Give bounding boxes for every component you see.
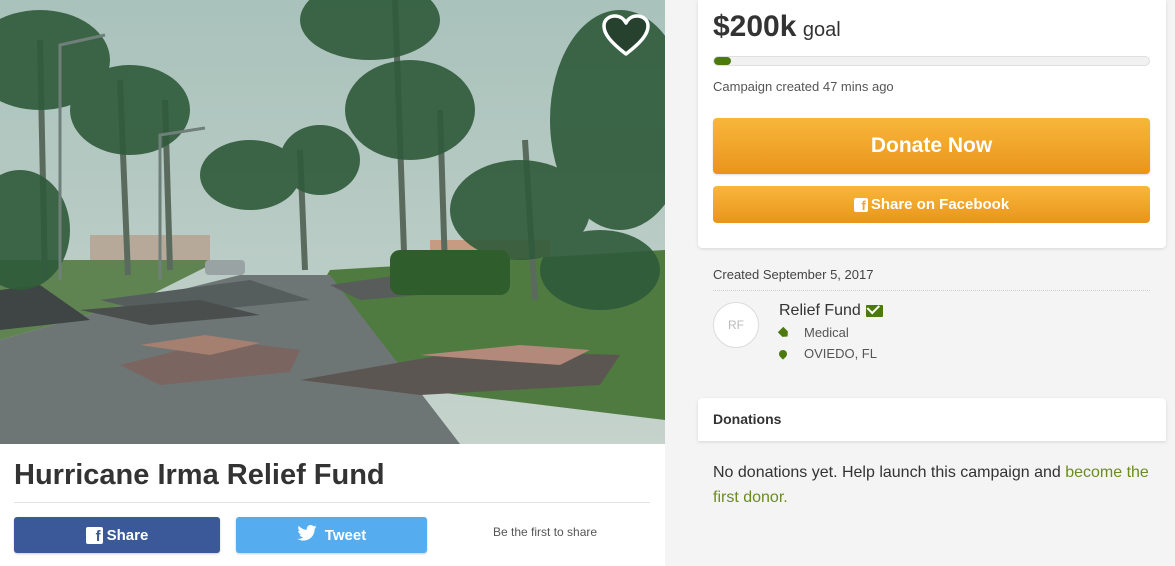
- goal-word: goal: [802, 19, 841, 41]
- organizer-category: Medical: [779, 325, 849, 340]
- goal-progress-bar: [713, 56, 1150, 66]
- goal-line: $200k goal: [713, 10, 841, 44]
- campaign-title: Hurricane Irma Relief Fund: [14, 459, 385, 491]
- campaign-hero-image: [0, 0, 665, 444]
- share-on-facebook-label: Share on Facebook: [870, 196, 1010, 213]
- organizer-avatar[interactable]: RF: [713, 302, 759, 348]
- info-divider: [713, 290, 1150, 291]
- location-label: OVIEDO, FL: [804, 346, 877, 361]
- first-to-share-text: Be the first to share: [493, 525, 598, 539]
- category-label: Medical: [804, 325, 849, 340]
- goal-progress-fill: [714, 57, 732, 65]
- no-donations-text: No donations yet. Help launch this campa…: [713, 464, 1066, 481]
- donations-header-card: Donations: [698, 398, 1166, 441]
- facebook-share-button[interactable]: f Share: [14, 517, 220, 553]
- tweet-button[interactable]: Tweet: [236, 517, 427, 553]
- twitter-bird-icon: [297, 525, 317, 545]
- heart-icon[interactable]: [601, 14, 651, 58]
- share-on-facebook-button[interactable]: f Share on Facebook: [713, 186, 1150, 223]
- donate-now-button[interactable]: Donate Now: [713, 118, 1150, 174]
- campaign-created-ago: Campaign created 47 mins ago: [713, 79, 894, 94]
- tweet-label: Tweet: [324, 526, 367, 544]
- organizer-location: OVIEDO, FL: [777, 346, 877, 361]
- facebook-icon: f: [85, 526, 103, 545]
- donations-header: Donations: [713, 411, 782, 427]
- facebook-share-label: Share: [106, 526, 149, 544]
- goal-amount: $200k: [713, 10, 797, 43]
- hurricane-photo: [0, 0, 665, 444]
- facebook-icon: f: [853, 197, 868, 213]
- map-pin-icon: [777, 347, 789, 360]
- organizer-name-link[interactable]: Relief Fund: [779, 302, 883, 320]
- donation-summary-card: $200k goal Campaign created 47 mins ago …: [698, 0, 1166, 248]
- envelope-icon[interactable]: [865, 305, 883, 317]
- title-divider: [14, 502, 650, 503]
- organizer-name: Relief Fund: [779, 302, 861, 319]
- no-donations-message: No donations yet. Help launch this campa…: [713, 460, 1153, 510]
- created-date: Created September 5, 2017: [713, 267, 874, 282]
- campaign-main: Hurricane Irma Relief Fund f Share Tweet…: [0, 0, 665, 566]
- tag-icon: [778, 326, 791, 339]
